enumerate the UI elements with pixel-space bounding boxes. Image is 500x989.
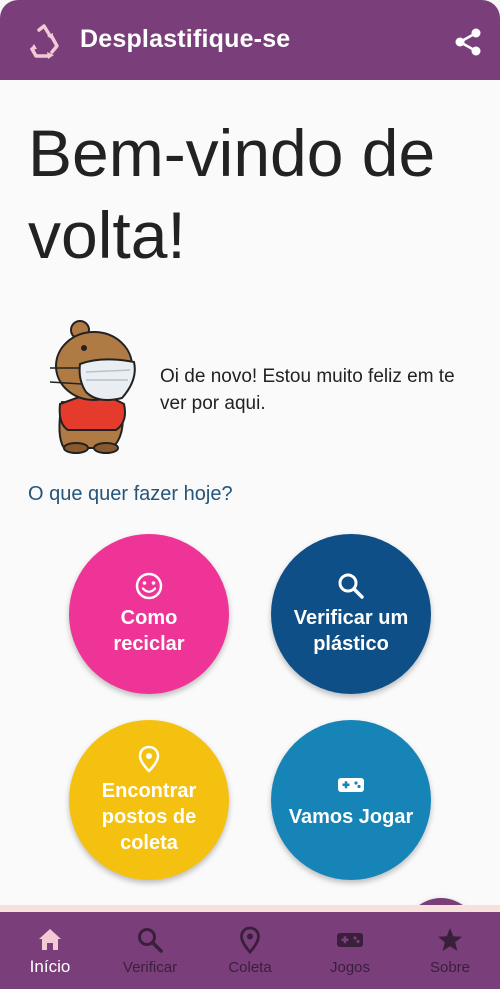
gamepad-icon <box>338 778 364 792</box>
lets-play-label: Vamos Jogar <box>288 806 414 828</box>
search-icon <box>138 928 163 953</box>
nav-label-home: Início <box>29 957 71 976</box>
how-to-recycle-button[interactable]: Como reciclar <box>69 534 229 694</box>
find-collection-points-button[interactable]: Encontrar postos de coleta <box>69 720 229 880</box>
app-title: Desplastifique-se <box>80 25 291 53</box>
app-bar: Desplastifique-se <box>0 0 500 80</box>
mascot-bear-illustration <box>49 320 136 454</box>
question-prompt: O que quer fazer hoje? <box>28 483 233 505</box>
main-content: Bem-vindo de volta! Oi de novo! Estou mu… <box>0 80 500 972</box>
star-icon <box>438 928 462 951</box>
location-pin-icon <box>138 745 160 773</box>
nav-item-verify[interactable]: Verificar <box>100 912 200 989</box>
bottom-navigation: Início Verificar Coleta Jogos Sobre <box>0 912 500 989</box>
home-icon <box>39 929 61 950</box>
nav-label-verify: Verificar <box>122 959 178 976</box>
recycle-logo-icon <box>30 24 59 59</box>
nav-label-games: Jogos <box>329 959 371 976</box>
lets-play-button[interactable]: Vamos Jogar <box>271 720 431 880</box>
share-icon[interactable] <box>452 26 484 58</box>
location-pin-icon <box>240 926 260 954</box>
nav-item-collect[interactable]: Coleta <box>200 912 300 989</box>
smiley-icon <box>135 572 163 600</box>
search-icon <box>338 573 364 599</box>
find-collection-points-label: Encontrar postos de coleta <box>101 780 197 854</box>
nav-item-about[interactable]: Sobre <box>400 912 500 989</box>
verify-plastic-button[interactable]: Verificar um plástico <box>271 534 431 694</box>
nav-item-games[interactable]: Jogos <box>300 912 400 989</box>
bottom-divider <box>0 905 500 912</box>
verify-plastic-label: Verificar um plástico <box>293 607 409 655</box>
how-to-recycle-label: Como reciclar <box>113 607 185 655</box>
nav-label-about: Sobre <box>429 959 471 976</box>
gamepad-icon <box>337 933 363 947</box>
page-title: Bem-vindo de volta! <box>28 116 436 272</box>
mascot-message: Oi de novo! Estou muito feliz em te ver … <box>160 366 455 414</box>
nav-item-home[interactable]: Início <box>0 912 100 989</box>
nav-label-collect: Coleta <box>228 959 272 976</box>
